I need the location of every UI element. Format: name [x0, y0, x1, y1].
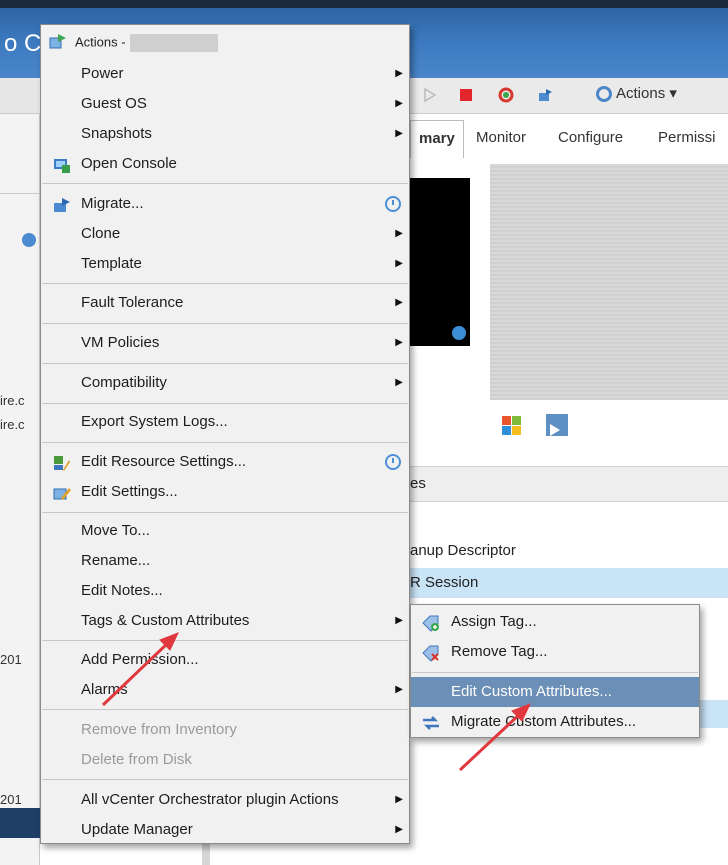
menu-header: Actions -	[41, 25, 409, 59]
guest-os-icons	[502, 414, 568, 436]
menu-item-migrate[interactable]: Migrate...	[41, 189, 409, 219]
menu-item-update-manager[interactable]: Update Manager ▶	[41, 815, 409, 845]
menu-divider	[42, 709, 408, 710]
tab-summary[interactable]: mary	[410, 120, 464, 158]
tab-permissions[interactable]: Permissi	[650, 120, 724, 158]
vm-actions-context-menu: Actions - Power ▶ Guest OS ▶ Snapshots ▶ Op…	[40, 24, 410, 844]
object-tabs: mary Monitor Configure Permissi	[410, 120, 728, 158]
vm-actions-icon	[49, 34, 66, 49]
menu-item-clone[interactable]: Clone ▶	[41, 219, 409, 249]
vm-preview-panel	[490, 164, 728, 400]
navigator-divider	[0, 193, 40, 194]
menu-item-open-console[interactable]: Open Console	[41, 149, 409, 179]
navigator-fragment: ire.c	[0, 417, 25, 432]
submenu-arrow-icon: ▶	[395, 794, 403, 805]
gear-icon[interactable]	[452, 326, 466, 340]
submenu-item-edit-custom-attributes[interactable]: Edit Custom Attributes...	[411, 677, 699, 707]
app-title-fragment: o C	[4, 30, 42, 57]
stop-icon[interactable]	[458, 87, 474, 103]
navigator-fragment: 201	[0, 652, 22, 667]
menu-item-remove-from-inventory: Remove from Inventory	[81, 721, 237, 738]
menu-divider	[42, 442, 408, 443]
gear-icon	[596, 86, 612, 102]
submenu-item-migrate-custom-attributes[interactable]: Migrate Custom Attributes...	[411, 707, 699, 737]
menu-divider	[42, 779, 408, 780]
navigator-fragment: 201	[0, 792, 22, 807]
remove-tag-icon	[422, 645, 439, 662]
submenu-arrow-icon: ▶	[395, 377, 403, 388]
menu-item-compatibility[interactable]: Compatibility ▶	[41, 368, 409, 398]
tags-custom-attributes-submenu: Assign Tag... Remove Tag... Edit Custom …	[410, 604, 700, 738]
menu-divider	[412, 672, 698, 673]
actions-dropdown-button[interactable]: Actions ▾	[594, 84, 677, 106]
vm-icon[interactable]	[22, 233, 36, 247]
migrate-attributes-icon	[423, 716, 439, 730]
menu-item-rename[interactable]: Rename...	[41, 546, 409, 576]
object-toolbar: Actions ▾	[410, 78, 728, 114]
submenu-arrow-icon: ▶	[395, 98, 403, 109]
section-header: es	[410, 466, 728, 502]
menu-item-tags-custom-attributes[interactable]: Tags & Custom Attributes ▶	[41, 606, 409, 636]
submenu-arrow-icon: ▶	[395, 337, 403, 348]
menu-item-edit-notes[interactable]: Edit Notes...	[41, 576, 409, 606]
resource-settings-icon	[54, 456, 70, 471]
submenu-arrow-icon: ▶	[395, 824, 403, 835]
submenu-arrow-icon: ▶	[395, 615, 403, 626]
menu-divider	[42, 363, 408, 364]
reset-icon[interactable]	[498, 87, 514, 103]
list-item[interactable]: R Session	[410, 568, 728, 598]
menu-item-guest-os[interactable]: Guest OS ▶	[41, 89, 409, 119]
console-thumbnail[interactable]	[410, 178, 470, 346]
clock-icon	[385, 454, 401, 470]
menu-divider	[42, 283, 408, 284]
submenu-arrow-icon: ▶	[395, 68, 403, 79]
menu-divider	[42, 403, 408, 404]
migrate-icon	[54, 198, 70, 212]
redacted-vm-name	[129, 34, 218, 52]
play-icon[interactable]	[422, 87, 438, 103]
navigator-selected-row[interactable]	[0, 808, 40, 838]
tab-configure[interactable]: Configure	[550, 120, 631, 158]
submenu-item-remove-tag[interactable]: Remove Tag...	[411, 637, 699, 667]
window-edge	[0, 0, 728, 8]
submenu-arrow-icon: ▶	[395, 228, 403, 239]
console-icon	[54, 159, 70, 173]
menu-item-vco-plugin-actions[interactable]: All vCenter Orchestrator plugin Actions ▶	[41, 785, 409, 815]
assign-tag-icon	[422, 615, 439, 632]
migrate-icon[interactable]	[538, 87, 554, 103]
menu-divider	[42, 183, 408, 184]
menu-item-vm-policies[interactable]: VM Policies ▶	[41, 328, 409, 358]
submenu-arrow-icon: ▶	[395, 684, 403, 695]
list-item[interactable]: anup Descriptor	[410, 536, 728, 566]
menu-item-add-permission[interactable]: Add Permission...	[41, 645, 409, 675]
menu-divider	[42, 323, 408, 324]
edit-settings-icon	[53, 488, 71, 500]
submenu-item-assign-tag[interactable]: Assign Tag...	[411, 607, 699, 637]
menu-item-edit-settings[interactable]: Edit Settings...	[41, 477, 409, 507]
menu-item-move-to[interactable]: Move To...	[41, 516, 409, 546]
menu-item-export-system-logs[interactable]: Export System Logs...	[41, 407, 409, 437]
menu-item-template[interactable]: Template ▶	[41, 249, 409, 279]
navigator-fragment: ire.c	[0, 393, 25, 408]
clock-icon	[385, 196, 401, 212]
menu-item-snapshots[interactable]: Snapshots ▶	[41, 119, 409, 149]
navigator-toolbar	[0, 78, 40, 114]
submenu-arrow-icon: ▶	[395, 297, 403, 308]
menu-item-power[interactable]: Power ▶	[41, 59, 409, 89]
menu-item-delete-from-disk: Delete from Disk	[81, 751, 192, 768]
menu-divider	[42, 512, 408, 513]
menu-item-fault-tolerance[interactable]: Fault Tolerance ▶	[41, 288, 409, 318]
navigator-pane	[0, 78, 40, 865]
submenu-arrow-icon: ▶	[395, 128, 403, 139]
tab-monitor[interactable]: Monitor	[468, 120, 534, 158]
menu-divider	[42, 640, 408, 641]
submenu-arrow-icon: ▶	[395, 258, 403, 269]
menu-item-edit-resource-settings[interactable]: Edit Resource Settings...	[41, 447, 409, 477]
menu-item-alarms[interactable]: Alarms ▶	[41, 675, 409, 705]
